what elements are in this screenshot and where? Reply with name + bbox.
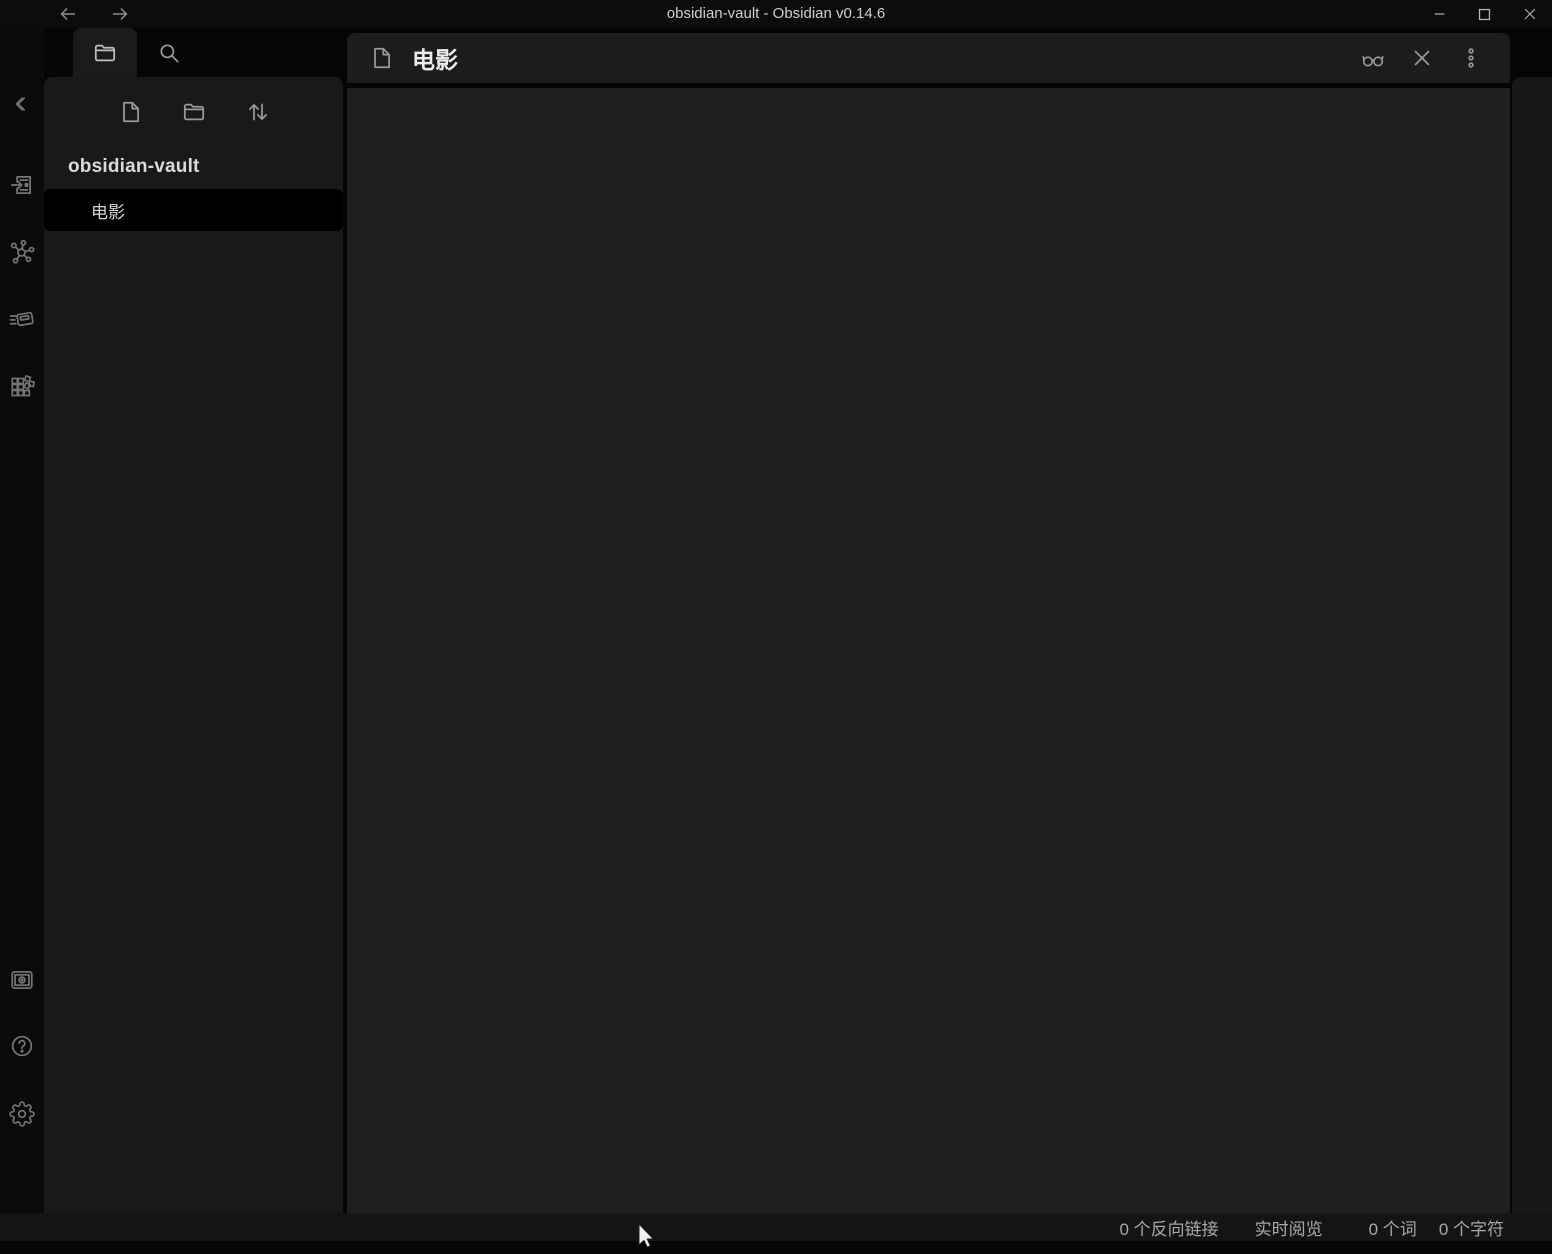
window-title: obsidian-vault - Obsidian v0.14.6 [0, 0, 1552, 28]
new-folder-icon [181, 99, 207, 125]
open-vault-button[interactable] [9, 967, 35, 993]
close-window-button[interactable] [1507, 0, 1552, 28]
vault-switcher-icon [9, 967, 35, 993]
help-icon [9, 1033, 35, 1059]
word-count: 0 个词 [1369, 1215, 1417, 1240]
sort-order-icon [245, 99, 271, 125]
history-forward-button[interactable] [106, 0, 134, 28]
editor-actions [1360, 45, 1484, 71]
titlebar: obsidian-vault - Obsidian v0.14.6 [0, 0, 1552, 28]
file-explorer-body: obsidian-vault 电影 [44, 77, 343, 1213]
sidebar-tabs [44, 28, 343, 77]
backlinks-count[interactable]: 0 个反向链接 [1119, 1215, 1218, 1240]
right-ribbon [1512, 77, 1552, 1213]
new-folder-button[interactable] [180, 98, 208, 126]
folder-icon [92, 40, 118, 66]
arrow-left-icon [57, 3, 79, 25]
quick-switcher-button[interactable] [9, 172, 35, 198]
close-pane-button[interactable] [1409, 45, 1435, 71]
flying-card-button[interactable] [9, 306, 35, 332]
document-icon [368, 45, 394, 71]
window-controls [1417, 0, 1552, 28]
editor-content[interactable] [347, 88, 1510, 1213]
file-explorer-panel: obsidian-vault 电影 [44, 28, 343, 1213]
left-ribbon [0, 28, 44, 1213]
live-preview-toggle[interactable]: 实时阅览 [1255, 1215, 1323, 1240]
explorer-toolbar [44, 77, 343, 126]
editor-header: 电影 [347, 33, 1510, 83]
close-icon [1521, 5, 1539, 23]
blocks-grid-button[interactable] [9, 373, 35, 399]
file-item-selected[interactable]: 电影 [44, 189, 343, 231]
graph-view-button[interactable] [9, 239, 35, 265]
minimize-button[interactable] [1417, 0, 1462, 28]
flying-card-icon [9, 306, 35, 332]
note-title: 电影 [412, 41, 458, 75]
minimize-icon [1431, 5, 1449, 23]
search-icon [156, 40, 182, 66]
quick-switcher-icon [9, 172, 35, 198]
reading-mode-glasses-icon [1360, 45, 1386, 71]
maximize-button[interactable] [1462, 0, 1507, 28]
statusbar: 0 个反向链接 实时阅览 0 个词 0 个字符 [0, 1213, 1552, 1241]
tab-search[interactable] [137, 28, 201, 77]
maximize-icon [1476, 6, 1493, 23]
collapse-right-sidebar-button[interactable] [7, 91, 33, 117]
tab-file-explorer[interactable] [73, 28, 137, 77]
settings-gear-icon [9, 1101, 35, 1127]
help-button[interactable] [9, 1033, 35, 1059]
arrow-right-icon [109, 3, 131, 25]
blocks-grid-icon [9, 373, 35, 399]
graph-view-icon [9, 239, 35, 265]
more-options-button[interactable] [1458, 45, 1484, 71]
reading-mode-button[interactable] [1360, 45, 1386, 71]
editor-panel: 电影 [347, 28, 1510, 1213]
more-options-kebab-icon [1458, 45, 1484, 71]
chevron-left-icon [9, 93, 31, 115]
sort-order-button[interactable] [244, 98, 272, 126]
new-note-icon [117, 99, 143, 125]
workspace: obsidian-vault 电影 电影 [0, 28, 1552, 1213]
vault-title: obsidian-vault [68, 156, 343, 178]
settings-button[interactable] [9, 1101, 35, 1127]
character-count: 0 个字符 [1439, 1215, 1504, 1240]
new-note-button[interactable] [116, 98, 144, 126]
close-icon [1409, 45, 1435, 71]
history-back-button[interactable] [54, 0, 82, 28]
